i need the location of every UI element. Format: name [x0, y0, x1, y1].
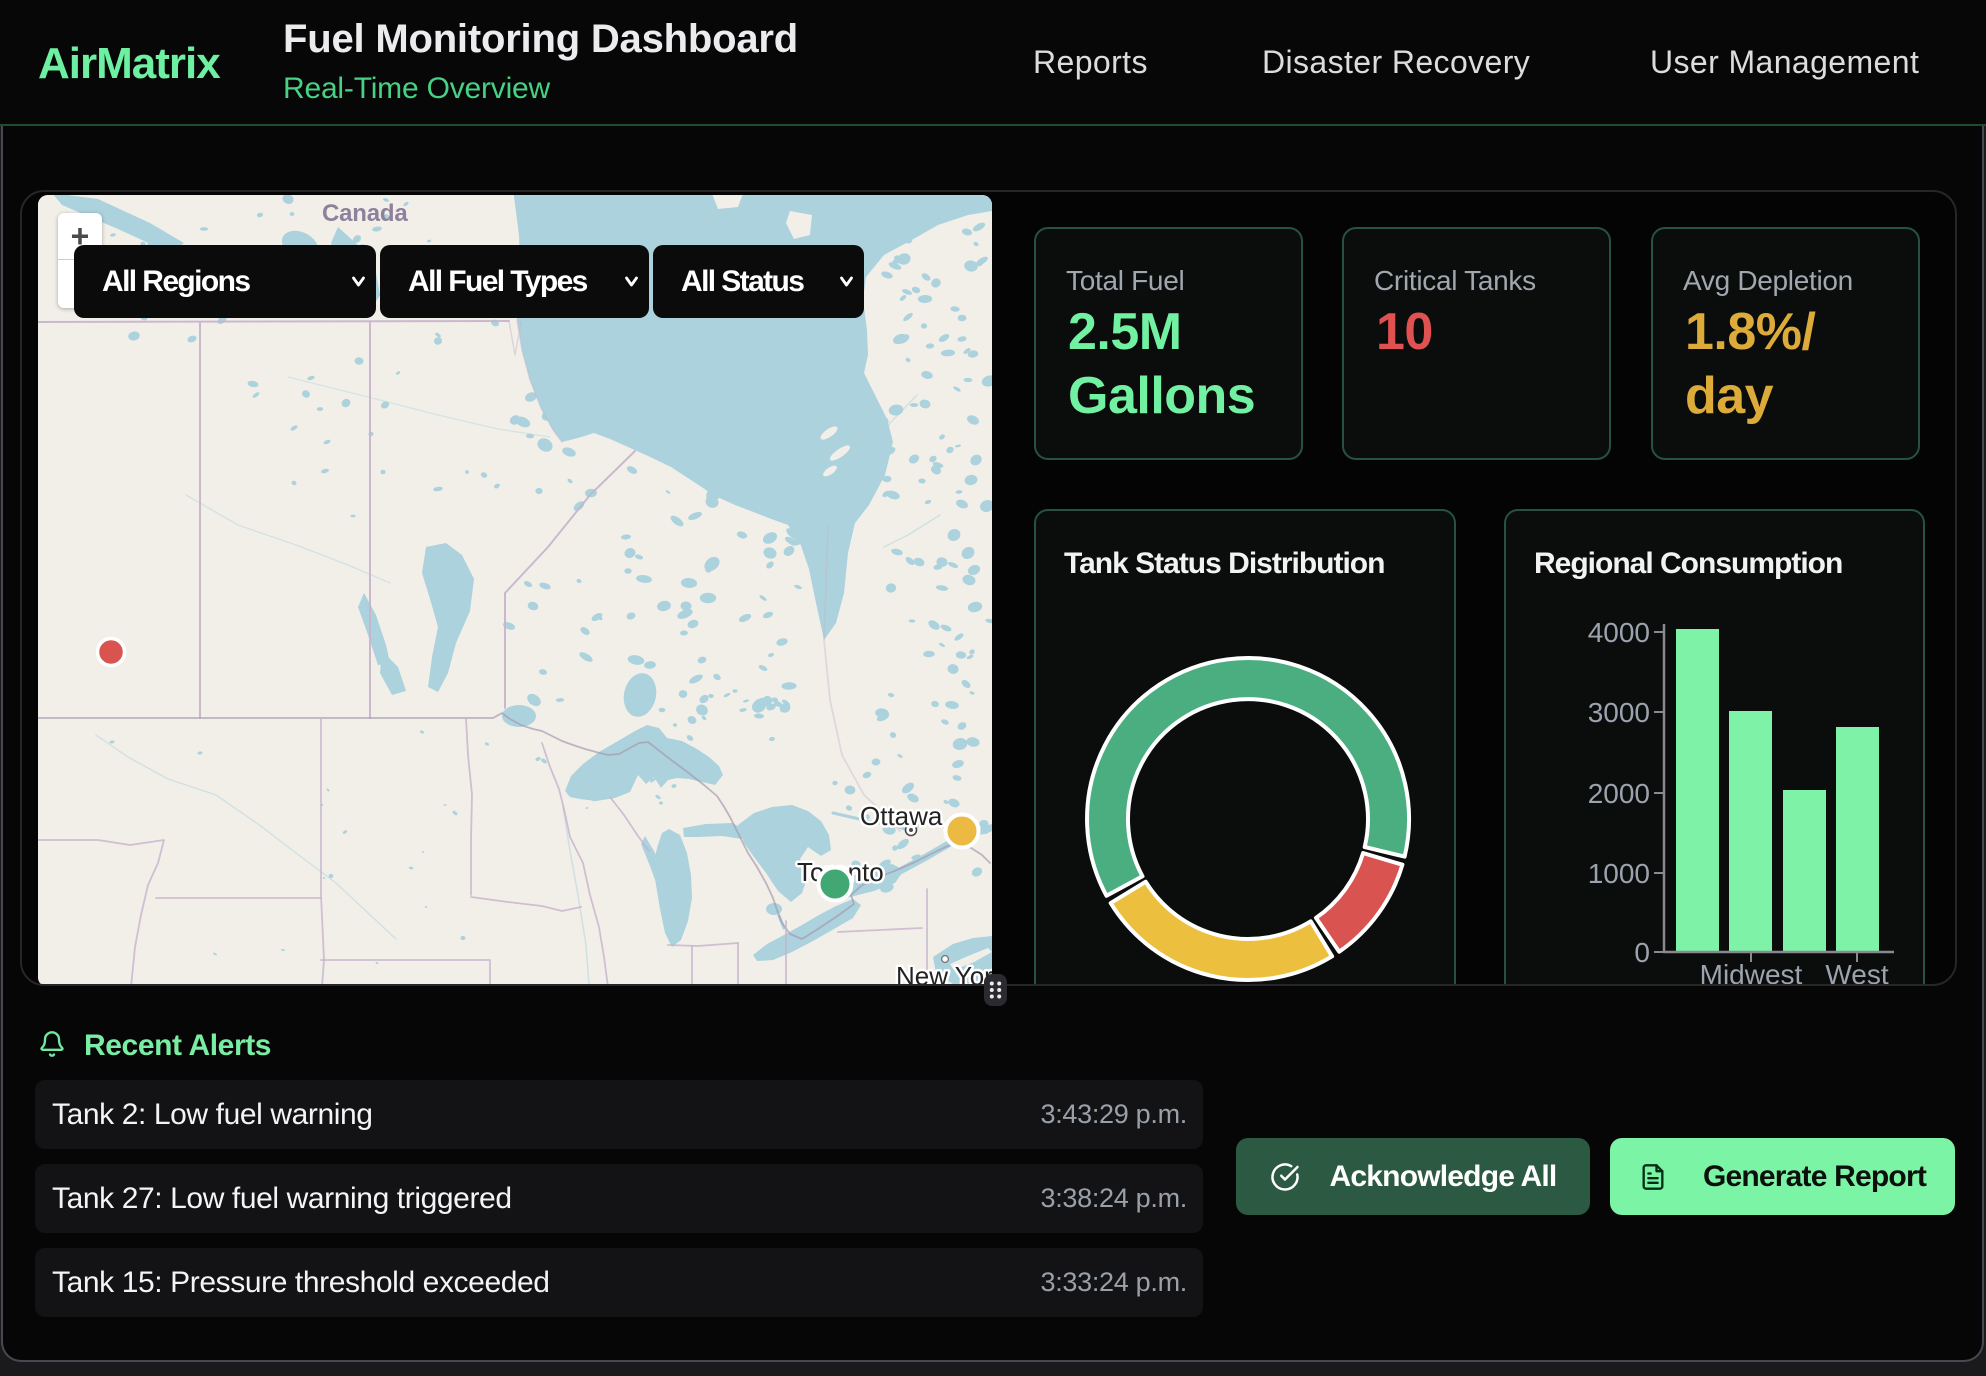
svg-text:Canada: Canada — [322, 200, 408, 227]
svg-text:Midwest: Midwest — [1700, 959, 1803, 986]
svg-text:1000: 1000 — [1588, 858, 1650, 889]
svg-text:0: 0 — [1634, 937, 1650, 968]
svg-text:2000: 2000 — [1588, 778, 1650, 809]
svg-text:West: West — [1825, 959, 1888, 986]
svg-text:New York: New York — [896, 961, 992, 986]
svg-text:4000: 4000 — [1588, 617, 1650, 648]
svg-text:Ottawa: Ottawa — [860, 801, 943, 831]
svg-text:3000: 3000 — [1588, 697, 1650, 728]
